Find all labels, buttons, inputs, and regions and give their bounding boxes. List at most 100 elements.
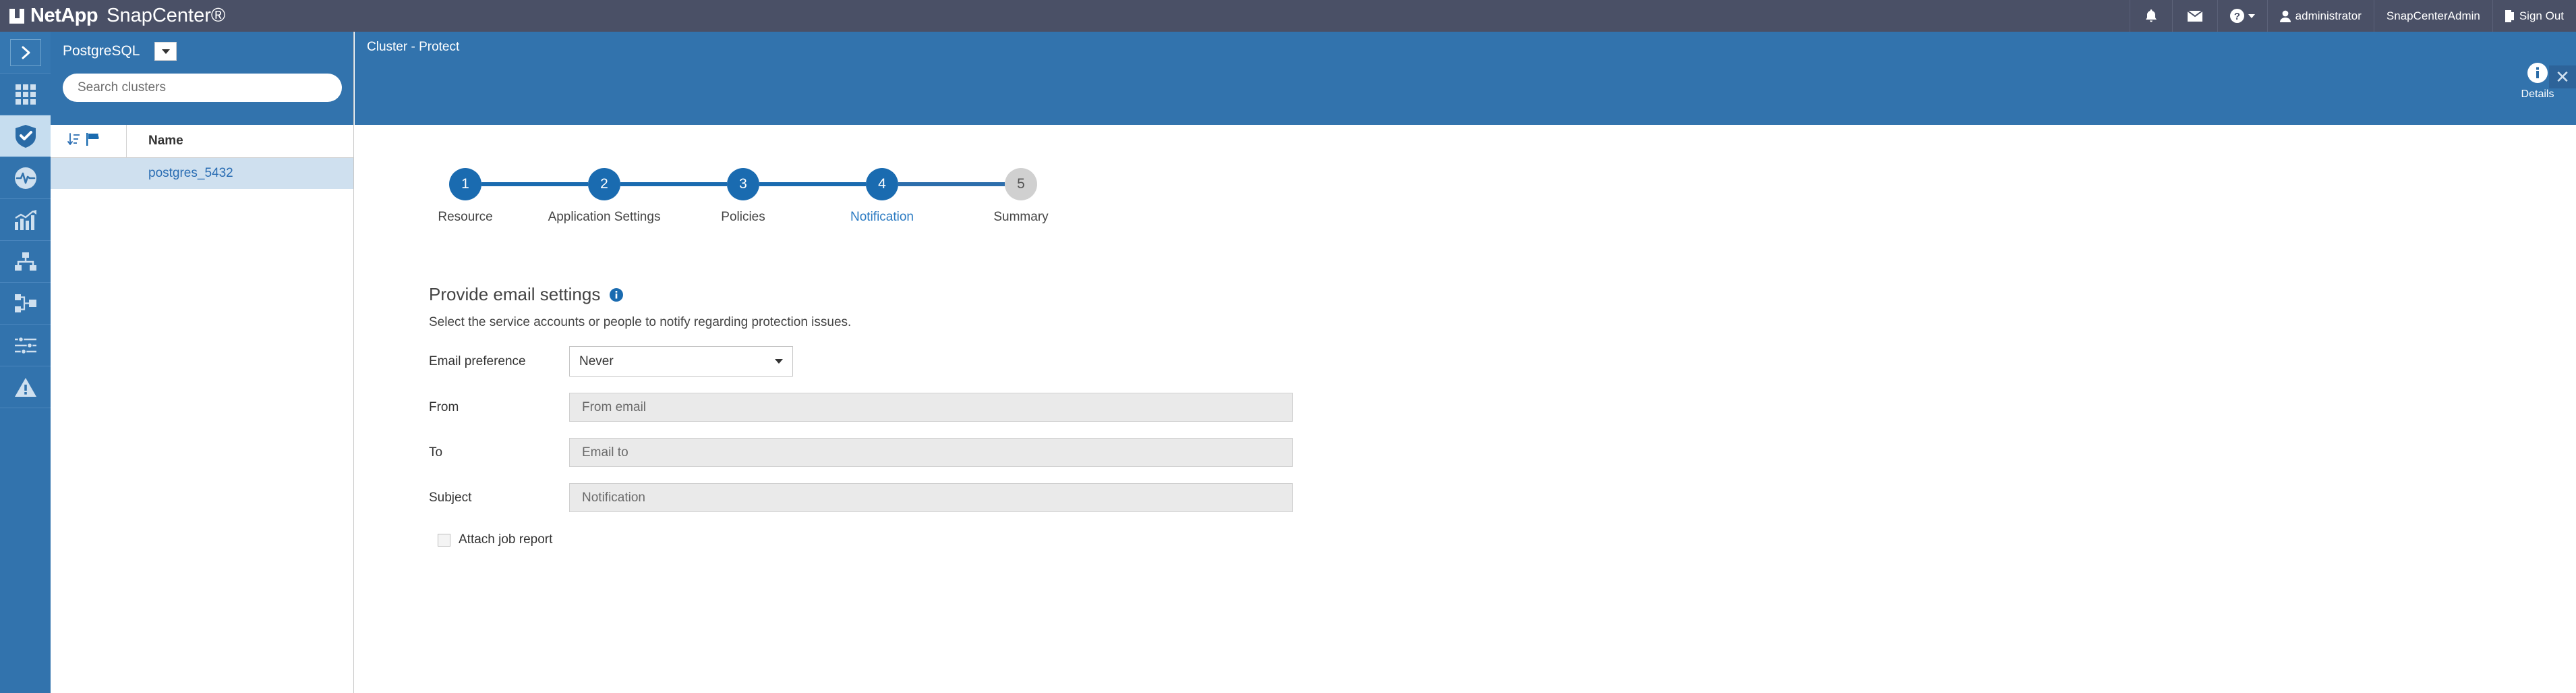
warning-triangle-icon [14, 377, 36, 397]
snapcenter-app: NetApp SnapCenter® ? administrator SnapC… [0, 0, 2576, 693]
user-icon [2279, 10, 2291, 22]
email-preference-value: Never [579, 354, 614, 368]
to-row: To [429, 438, 1293, 467]
wizard-connector [481, 182, 588, 186]
attach-job-report-row[interactable]: Attach job report [438, 532, 1293, 547]
wizard-step-1[interactable]: 1 Resource [438, 168, 493, 225]
envelope-icon [2187, 10, 2202, 22]
to-label: To [429, 445, 443, 460]
email-preference-row: Email preference Never [429, 346, 1293, 377]
flag-icon[interactable] [86, 133, 99, 149]
info-circle-icon [2527, 63, 2548, 86]
chevron-right-icon [9, 38, 41, 66]
chevron-down-icon [2248, 13, 2255, 18]
sort-ascending-icon[interactable] [67, 133, 80, 149]
wizard-step-5[interactable]: 5 Summary [993, 168, 1049, 225]
wizard-step-3[interactable]: 3 Policies [721, 168, 765, 225]
cluster-name-link[interactable]: postgres_5432 [127, 166, 353, 181]
email-settings-form: Provide email settings Select the servic… [429, 284, 1293, 547]
messages-button[interactable] [2171, 0, 2217, 32]
signout-icon [2505, 9, 2515, 22]
bell-icon [2145, 9, 2157, 23]
from-input[interactable] [581, 399, 1281, 416]
svg-text:?: ? [2234, 11, 2240, 22]
current-user[interactable]: administrator [2266, 0, 2374, 32]
notifications-button[interactable] [2129, 0, 2172, 32]
wizard-stepper: 1 Resource 2 Application Settings 3 Poli… [438, 168, 1049, 225]
subject-field[interactable] [569, 483, 1293, 512]
sidebar-item-storage-systems[interactable] [0, 283, 51, 325]
wizard-connector [620, 182, 727, 186]
from-label: From [429, 399, 459, 414]
wizard-step-number: 1 [449, 168, 481, 200]
wizard-step-label: Notification [850, 210, 914, 224]
breadcrumb: Cluster - Protect [367, 40, 460, 54]
brand-netapp-text: NetApp [30, 5, 98, 26]
wizard-step-label: Policies [721, 210, 765, 224]
table-header-icons [51, 125, 127, 157]
details-button[interactable]: Details [2511, 63, 2564, 101]
chevron-down-icon [775, 359, 783, 364]
search-input[interactable] [76, 80, 328, 96]
cluster-table: Name postgres_5432 [51, 125, 353, 189]
sidebar-item-alerts[interactable] [0, 366, 51, 408]
table-header-name[interactable]: Name [127, 125, 353, 157]
email-preference-label: Email preference [429, 354, 526, 368]
plugin-dropdown-button[interactable] [154, 42, 177, 61]
netapp-logo-icon [9, 8, 24, 24]
from-field[interactable] [569, 393, 1293, 422]
from-row: From [429, 393, 1293, 422]
cluster-list-panel: PostgreSQL Search clusters Name postgres… [51, 32, 354, 693]
main-content: 1 Resource 2 Application Settings 3 Poli… [355, 125, 2576, 693]
form-title-text: Provide email settings [429, 284, 601, 304]
wizard-step-number: 4 [866, 168, 898, 200]
sidebar-item-resources[interactable] [0, 115, 51, 157]
sidebar-item-monitor[interactable] [0, 157, 51, 199]
subject-input[interactable] [581, 489, 1281, 506]
sidebar-item-hosts[interactable] [0, 241, 51, 283]
user-role-label: SnapCenterAdmin [2386, 9, 2480, 22]
storage-nodes-icon [14, 294, 36, 313]
sidebar-item-expand-navigation[interactable] [0, 32, 51, 74]
sign-out-button[interactable]: Sign Out [2492, 0, 2576, 32]
to-input[interactable] [581, 444, 1281, 461]
subject-row: Subject [429, 483, 1293, 512]
list-panel-header: PostgreSQL [51, 32, 353, 125]
table-row[interactable]: postgres_5432 [51, 158, 353, 189]
help-button[interactable]: ? [2217, 0, 2267, 32]
info-circle-icon[interactable] [610, 287, 624, 302]
wizard-step-number: 2 [588, 168, 620, 200]
top-bar: NetApp SnapCenter® ? administrator SnapC… [0, 0, 2576, 32]
wizard-connector [898, 182, 1005, 186]
top-bar-actions: ? administrator SnapCenterAdmin Sign Out [2129, 0, 2576, 32]
attach-job-report-checkbox[interactable] [438, 533, 450, 547]
bar-chart-icon [14, 209, 36, 230]
pulse-icon [14, 167, 36, 189]
sidebar-item-reports[interactable] [0, 199, 51, 241]
wizard-connector [759, 182, 866, 186]
brand-product-text: SnapCenter® [107, 5, 226, 26]
wizard-step-number: 5 [1005, 168, 1037, 200]
email-preference-select[interactable]: Never [569, 346, 793, 377]
wizard-step-label: Application Settings [548, 210, 661, 224]
wizard-step-4[interactable]: 4 Notification [850, 168, 914, 225]
wizard-step-label: Resource [438, 210, 493, 224]
wizard-step-label: Summary [993, 210, 1049, 224]
sidebar-item-settings[interactable] [0, 325, 51, 366]
to-field[interactable] [569, 438, 1293, 467]
brand-logo[interactable]: NetApp SnapCenter® [0, 0, 225, 32]
plugin-selector[interactable]: PostgreSQL [63, 32, 341, 71]
attach-job-report-label: Attach job report [459, 532, 553, 547]
hosts-network-icon [14, 252, 36, 271]
wizard-step-2[interactable]: 2 Application Settings [548, 168, 660, 225]
user-role[interactable]: SnapCenterAdmin [2373, 0, 2492, 32]
chevron-down-icon [161, 49, 170, 54]
form-title: Provide email settings [429, 284, 1293, 305]
help-icon: ? [2229, 9, 2244, 23]
sidebar-item-dashboard[interactable] [0, 74, 51, 115]
table-row-icon-cell [51, 158, 127, 189]
left-icon-rail [0, 32, 51, 693]
search-clusters-box[interactable] [63, 74, 342, 102]
plugin-title: PostgreSQL [63, 43, 140, 59]
table-header-row: Name [51, 125, 353, 158]
